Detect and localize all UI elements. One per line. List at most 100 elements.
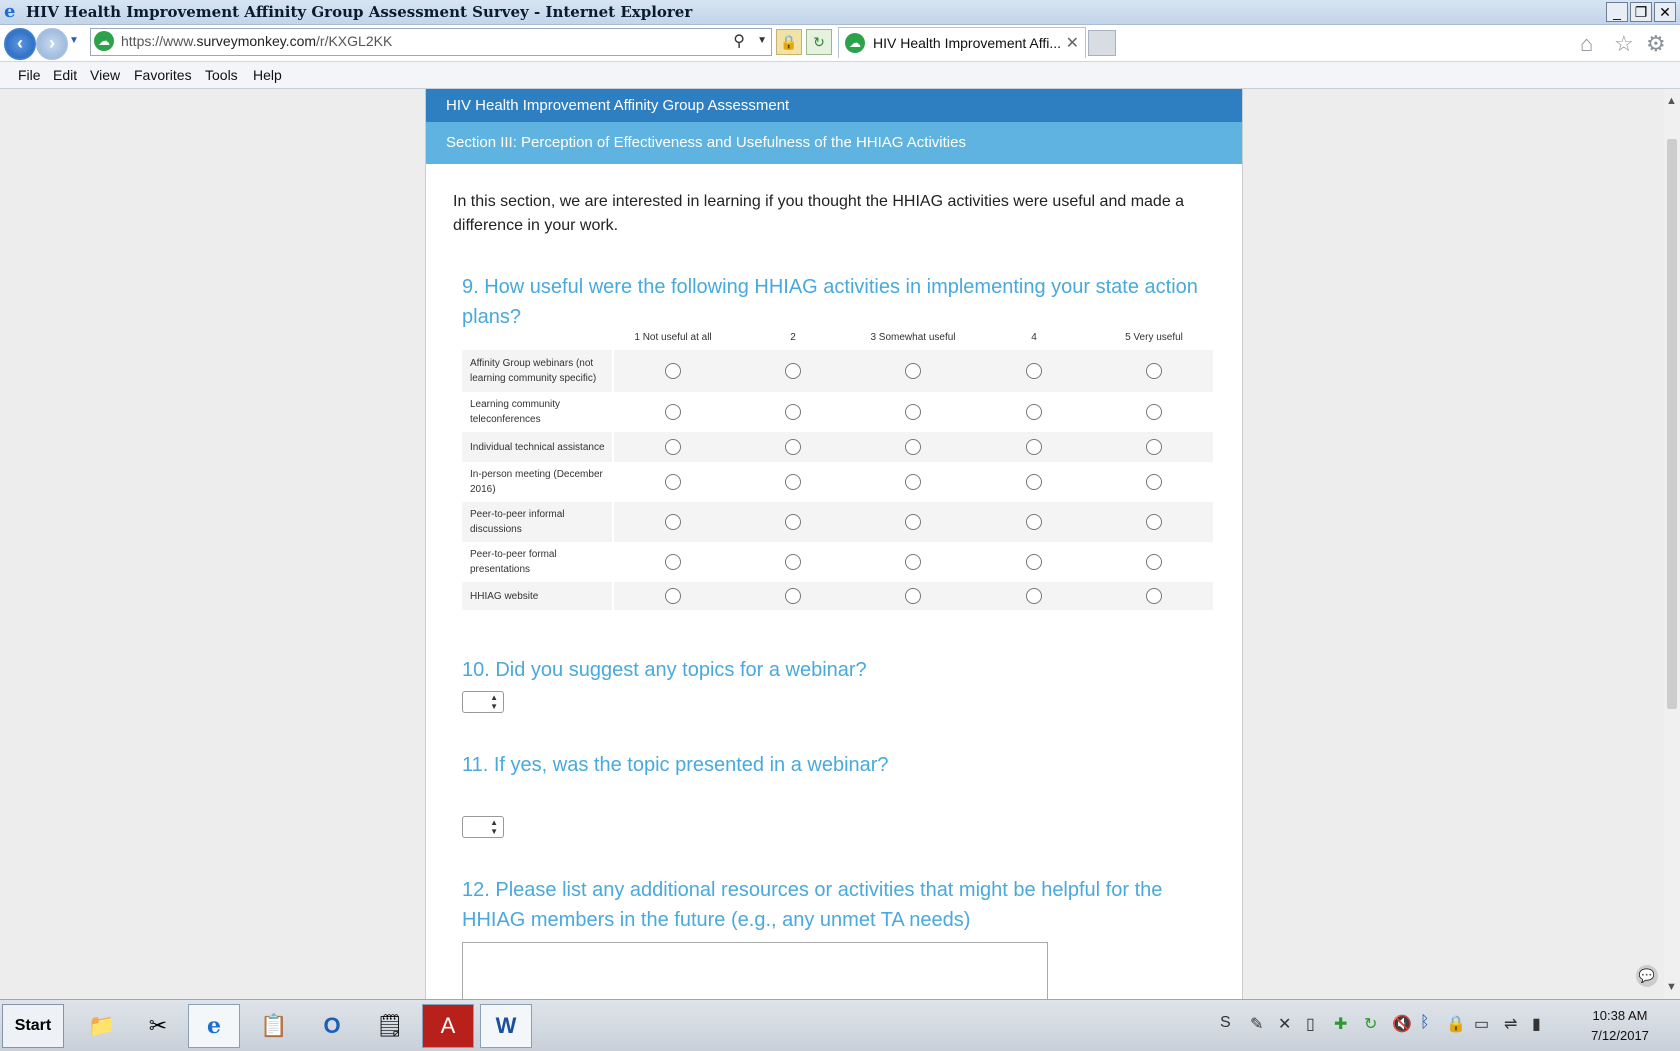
matrix-row: Affinity Group webinars (not learning co…: [462, 350, 1213, 392]
lock-icon[interactable]: 🔒: [776, 29, 802, 55]
close-button[interactable]: ✕: [1654, 2, 1676, 22]
file-explorer-icon[interactable]: 📁: [76, 1004, 128, 1048]
back-button[interactable]: ‹: [4, 28, 36, 60]
q10-select[interactable]: ▲ ▼: [462, 691, 504, 713]
menu-favorites[interactable]: Favorites: [134, 67, 192, 83]
search-icon[interactable]: ⚲: [733, 31, 745, 51]
row-label: Learning community teleconferences: [470, 399, 561, 425]
scroll-down-icon[interactable]: ▼: [1666, 981, 1677, 993]
minimize-button[interactable]: _: [1606, 2, 1628, 22]
start-button[interactable]: Start: [2, 1004, 64, 1048]
radio-option[interactable]: [1026, 363, 1042, 379]
radio-option[interactable]: [1026, 514, 1042, 530]
radio-option[interactable]: [665, 404, 681, 420]
feedback-chat-icon[interactable]: 💬: [1636, 965, 1658, 987]
radio-option[interactable]: [665, 363, 681, 379]
q11-select[interactable]: ▲ ▼: [462, 816, 504, 838]
tab-favicon-icon: ☁: [845, 33, 865, 53]
matrix-row: HHIAG website: [462, 582, 1213, 610]
radio-option[interactable]: [665, 514, 681, 530]
outlook-icon[interactable]: O: [306, 1004, 358, 1048]
history-dropdown-icon[interactable]: ▼: [69, 35, 79, 46]
radio-option[interactable]: [905, 554, 921, 570]
menu-edit[interactable]: Edit: [53, 67, 77, 83]
radio-option[interactable]: [785, 514, 801, 530]
sync-icon[interactable]: ↻: [1364, 1014, 1377, 1034]
radio-option[interactable]: [1026, 404, 1042, 420]
radio-option[interactable]: [1026, 439, 1042, 455]
menu-view[interactable]: View: [90, 67, 120, 83]
radio-option[interactable]: [665, 474, 681, 490]
internet-explorer-icon[interactable]: e: [188, 1004, 240, 1048]
radio-option[interactable]: [665, 554, 681, 570]
sticky-notes-icon[interactable]: 🗒: [364, 1004, 416, 1048]
vertical-scrollbar[interactable]: ▲ ▼: [1664, 89, 1680, 999]
tray-app-icon[interactable]: ✎: [1250, 1014, 1263, 1034]
radio-option[interactable]: [1146, 588, 1162, 604]
column-header: 4: [1031, 332, 1037, 343]
radio-option[interactable]: [1026, 474, 1042, 490]
bluetooth-icon[interactable]: ᛒ: [1420, 1014, 1430, 1032]
scroll-up-icon[interactable]: ▲: [1666, 95, 1677, 107]
radio-option[interactable]: [1146, 554, 1162, 570]
network-icon[interactable]: ⇌: [1504, 1014, 1517, 1034]
row-label: Affinity Group webinars (not learning co…: [470, 358, 597, 384]
scroll-thumb[interactable]: [1667, 139, 1677, 709]
radio-option[interactable]: [785, 439, 801, 455]
question-9: 9. How useful were the following HHIAG a…: [462, 276, 1198, 328]
signal-icon[interactable]: ▮: [1532, 1014, 1541, 1034]
radio-option[interactable]: [1146, 439, 1162, 455]
address-bar[interactable]: ☁ https://www.surveymonkey.com/r/KXGL2KK…: [90, 28, 772, 56]
address-dropdown-icon[interactable]: ▼: [757, 35, 767, 46]
radio-option[interactable]: [905, 514, 921, 530]
menu-file[interactable]: File: [18, 67, 41, 83]
tab-close-icon[interactable]: ✕: [1066, 33, 1079, 53]
radio-option[interactable]: [1146, 404, 1162, 420]
forward-button[interactable]: ›: [36, 28, 68, 60]
snipping-tool-icon[interactable]: ✂: [132, 1004, 184, 1048]
tab-survey[interactable]: ☁ HIV Health Improvement Affi... ✕: [838, 27, 1086, 58]
radio-option[interactable]: [1146, 474, 1162, 490]
word-icon[interactable]: W: [480, 1004, 532, 1048]
url-text[interactable]: https://www.surveymonkey.com/r/KXGL2KK: [121, 33, 392, 49]
radio-option[interactable]: [1026, 588, 1042, 604]
radio-option[interactable]: [785, 404, 801, 420]
clock[interactable]: 10:38 AM 7/12/2017: [1570, 1006, 1670, 1046]
menu-tools[interactable]: Tools: [205, 67, 238, 83]
radio-option[interactable]: [905, 588, 921, 604]
radio-option[interactable]: [905, 363, 921, 379]
radio-option[interactable]: [1146, 363, 1162, 379]
page-content: HIV Health Improvement Affinity Group As…: [0, 89, 1664, 999]
radio-option[interactable]: [905, 474, 921, 490]
radio-option[interactable]: [905, 404, 921, 420]
skype-icon[interactable]: S: [1220, 1014, 1231, 1032]
notes-icon[interactable]: 📋: [248, 1004, 300, 1048]
radio-option[interactable]: [785, 554, 801, 570]
display-icon[interactable]: ▭: [1474, 1014, 1489, 1034]
menu-help[interactable]: Help: [253, 67, 282, 83]
column-header: 2: [790, 332, 796, 343]
window-title: HIV Health Improvement Affinity Group As…: [26, 3, 693, 21]
favorites-star-icon[interactable]: ☆: [1614, 31, 1634, 57]
gear-icon[interactable]: ⚙: [1646, 31, 1666, 57]
tools-icon[interactable]: ✕: [1278, 1014, 1291, 1034]
radio-option[interactable]: [1146, 514, 1162, 530]
usb-icon[interactable]: ▯: [1306, 1014, 1315, 1034]
home-icon[interactable]: ⌂: [1580, 31, 1593, 57]
restore-button[interactable]: ❐: [1630, 2, 1652, 22]
refresh-icon[interactable]: ↻: [806, 29, 832, 55]
new-tab-button[interactable]: [1088, 30, 1116, 56]
radio-option[interactable]: [665, 588, 681, 604]
row-label: Peer-to-peer informal discussions: [470, 509, 565, 535]
q12-textarea[interactable]: [462, 942, 1048, 999]
security-lock-icon[interactable]: 🔒: [1446, 1014, 1466, 1034]
radio-option[interactable]: [905, 439, 921, 455]
radio-option[interactable]: [665, 439, 681, 455]
radio-option[interactable]: [785, 588, 801, 604]
radio-option[interactable]: [785, 474, 801, 490]
radio-option[interactable]: [785, 363, 801, 379]
acrobat-icon[interactable]: A: [422, 1004, 474, 1048]
health-icon[interactable]: ✚: [1334, 1014, 1347, 1034]
radio-option[interactable]: [1026, 554, 1042, 570]
volume-icon[interactable]: 🔇: [1392, 1014, 1412, 1034]
